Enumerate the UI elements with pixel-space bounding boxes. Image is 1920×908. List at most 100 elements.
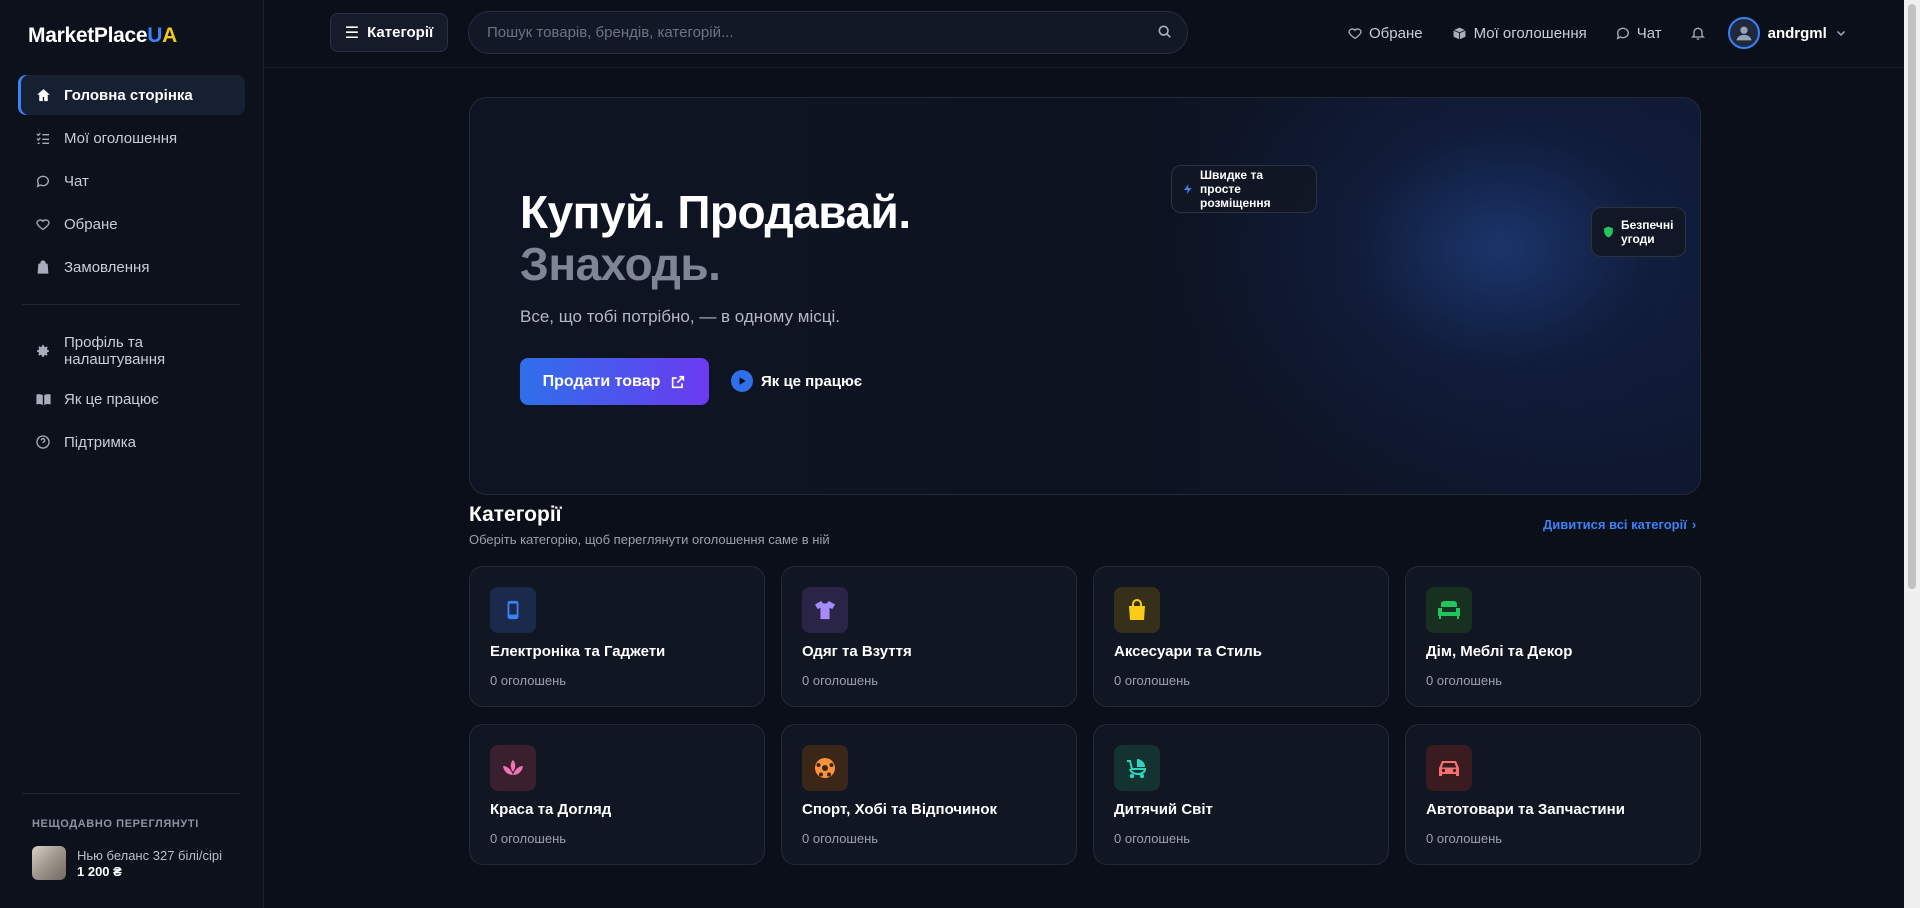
favorites-label: Обране [1369, 24, 1423, 42]
sidebar-divider [22, 304, 240, 305]
chat-link[interactable]: Чат [1615, 25, 1662, 42]
fast-badge-line1: Швидке та просте [1200, 168, 1263, 196]
sidebar-item-how-it-works[interactable]: Як це працює [18, 379, 245, 419]
bell-icon[interactable] [1690, 25, 1706, 41]
category-card[interactable]: Електроніка та Гаджети 0 оголошень [469, 566, 765, 707]
categories-subheading: Оберіть категорію, щоб переглянути оголо… [469, 532, 830, 547]
category-count: 0 оголошень [1426, 831, 1503, 846]
chevron-right-icon: › [1691, 517, 1697, 532]
shield-icon [1602, 225, 1615, 239]
category-title: Спорт, Хобі та Відпочинок [802, 801, 998, 818]
sidebar-item-favorites[interactable]: Обране [18, 204, 245, 244]
top-links: Обране Мої оголошення Чат andrgml [1347, 0, 1847, 66]
hamburger-icon: ☰ [344, 24, 360, 42]
hero-banner: Купуй. Продавай. Знаходь. Все, що тобі п… [469, 97, 1701, 495]
car-icon [1439, 761, 1459, 776]
sidebar-item-label: Головна сторінка [64, 86, 193, 104]
stroller-icon [1127, 759, 1147, 779]
how-it-works-link[interactable]: Як це працює [731, 370, 862, 392]
home-icon [34, 86, 52, 104]
safe-deals-badge: Безпечні угоди [1591, 207, 1686, 257]
hero-title-accent: Знаходь. [520, 238, 721, 290]
book-icon [34, 390, 52, 408]
lotus-icon [503, 760, 523, 775]
chat-icon [34, 172, 52, 190]
category-title: Краса та Догляд [490, 801, 612, 818]
list-icon [34, 129, 52, 147]
recently-viewed-thumbnail [32, 846, 66, 880]
recently-viewed-price: 1 200 ₴ [77, 863, 122, 879]
chat-label: Чат [1636, 24, 1662, 42]
search-icon[interactable] [1157, 24, 1173, 45]
sidebar-item-chat[interactable]: Чат [18, 161, 245, 201]
lightning-icon [1182, 182, 1194, 196]
category-card[interactable]: Краса та Догляд 0 оголошень [469, 724, 765, 865]
user-menu[interactable]: andrgml [1727, 17, 1847, 49]
sidebar-item-profile-settings[interactable]: Профіль та налаштування [18, 326, 245, 376]
category-card[interactable]: Дім, Меблі та Декор 0 оголошень [1405, 566, 1701, 707]
sidebar-nav: Головна сторінка Мої оголошення Чат Обра… [18, 75, 245, 290]
category-tile [1114, 587, 1160, 633]
category-card[interactable]: Спорт, Хобі та Відпочинок 0 оголошень [781, 724, 1077, 865]
categories-menu-label: Категорії [367, 24, 434, 41]
sofa-icon [1438, 601, 1460, 619]
recently-viewed-item[interactable]: Нью беланс 327 білі/сірі 1 200 ₴ [32, 846, 222, 880]
heart-icon [1347, 25, 1363, 41]
sidebar-item-label: Як це працює [64, 390, 159, 408]
category-card[interactable]: Дитячий Світ 0 оголошень [1093, 724, 1389, 865]
my-ads-link[interactable]: Мої оголошення [1451, 25, 1587, 42]
brand-u: U [147, 24, 163, 47]
avatar [1727, 17, 1760, 49]
brand-name: MarketPlace [28, 24, 148, 47]
sidebar-item-label: Підтримка [64, 433, 137, 451]
category-count: 0 оголошень [490, 673, 567, 688]
top-bar: ☰ Категорії Обране Мої оголошення Чат [264, 0, 1904, 68]
category-title: Одяг та Взуття [802, 643, 912, 660]
category-count: 0 оголошень [1114, 673, 1191, 688]
sidebar-item-my-ads[interactable]: Мої оголошення [18, 118, 245, 158]
sidebar-item-label: Замовлення [64, 258, 150, 276]
sidebar-item-label: Мої оголошення [64, 129, 178, 147]
safe-badge-line2: угоди [1621, 232, 1655, 246]
view-all-categories-link[interactable]: Дивитися всі категорії › [1543, 517, 1696, 532]
category-tile [802, 745, 848, 791]
shopping-bag-icon [1129, 599, 1145, 620]
search-input[interactable] [487, 24, 1127, 41]
category-count: 0 оголошень [802, 831, 879, 846]
hero-title: Купуй. Продавай. [520, 186, 911, 238]
view-all-categories-label: Дивитися всі категорії [1543, 517, 1687, 532]
chat-icon [1615, 25, 1631, 41]
phone-icon [507, 600, 519, 620]
category-tile [1426, 745, 1472, 791]
how-it-works-label: Як це працює [761, 372, 863, 390]
box-icon [1451, 25, 1468, 42]
category-card[interactable]: Одяг та Взуття 0 оголошень [781, 566, 1077, 707]
external-link-icon [670, 374, 686, 390]
bag-icon [34, 258, 52, 276]
sidebar-item-support[interactable]: Підтримка [18, 422, 245, 462]
sidebar-item-home[interactable]: Головна сторінка [18, 75, 245, 115]
hero-subtitle: Все, що тобі потрібно, — в одному місці. [520, 307, 840, 326]
user-icon [1736, 26, 1751, 41]
play-icon [731, 370, 753, 392]
brand-a: A [162, 24, 178, 47]
categories-heading: Категорії [469, 503, 562, 526]
categories-menu-button[interactable]: ☰ Категорії [330, 13, 448, 52]
page-scrollbar[interactable] [1904, 0, 1920, 908]
sidebar-secondary-nav: Профіль та налаштування Як це працює Під… [18, 326, 245, 465]
category-card[interactable]: Аксесуари та Стиль 0 оголошень [1093, 566, 1389, 707]
category-count: 0 оголошень [1114, 831, 1191, 846]
favorites-link[interactable]: Обране [1347, 25, 1423, 42]
brand-logo[interactable]: MarketPlaceUA [28, 24, 177, 48]
heart-icon [34, 215, 52, 233]
sidebar-item-orders[interactable]: Замовлення [18, 247, 245, 287]
tshirt-icon [815, 600, 835, 620]
sidebar-item-label: Чат [64, 172, 89, 190]
sidebar: MarketPlaceUA Головна сторінка Мої оголо… [0, 0, 264, 908]
chevron-down-icon [1835, 27, 1847, 39]
category-tile [1114, 745, 1160, 791]
sell-item-button[interactable]: Продати товар [520, 358, 709, 405]
scrollbar-thumb[interactable] [1908, 4, 1916, 589]
category-tile [1426, 587, 1472, 633]
category-card[interactable]: Автотовари та Запчастини 0 оголошень [1405, 724, 1701, 865]
